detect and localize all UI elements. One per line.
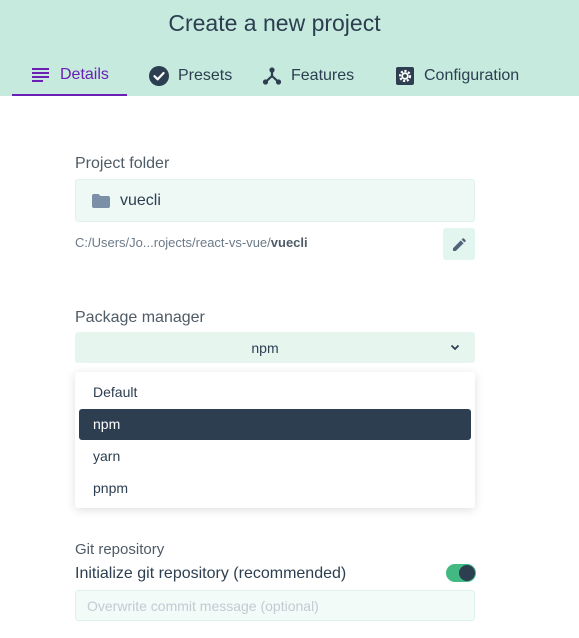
project-folder-input[interactable]: vuecli <box>75 179 475 222</box>
option-pnpm[interactable]: pnpm <box>79 473 471 504</box>
tab-details-label: Details <box>60 66 109 83</box>
option-npm[interactable]: npm <box>79 409 471 440</box>
init-git-toggle[interactable] <box>446 564 476 582</box>
git-repository-label: Git repository <box>75 541 165 558</box>
chevron-down-icon <box>450 344 460 351</box>
project-path-folder: vuecli <box>270 235 308 250</box>
check-circle-icon <box>148 65 170 87</box>
package-manager-select[interactable]: npm <box>75 332 475 363</box>
commit-message-input[interactable] <box>75 590 475 621</box>
tab-details[interactable]: Details <box>12 56 127 96</box>
list-icon <box>30 64 52 86</box>
tab-presets-label: Presets <box>178 67 233 84</box>
pencil-icon <box>452 237 466 251</box>
option-default[interactable]: Default <box>79 377 471 408</box>
folder-icon <box>92 193 110 208</box>
option-yarn[interactable]: yarn <box>79 441 471 472</box>
project-folder-value: vuecli <box>120 191 161 209</box>
fork-icon <box>261 65 283 87</box>
tab-features-label: Features <box>291 67 355 84</box>
package-manager-dropdown: Default npm yarn pnpm <box>75 372 475 508</box>
init-git-label: Initialize git repository (recommended) <box>75 565 347 582</box>
toggle-knob <box>459 565 475 581</box>
edit-path-button[interactable] <box>443 228 475 260</box>
tab-configuration-label: Configuration <box>424 67 520 84</box>
gear-icon <box>394 65 416 87</box>
page-title: Create a new project <box>168 10 381 36</box>
package-manager-selected: npm <box>251 340 279 356</box>
project-path-prefix: C:/Users/Jo...rojects/react-vs-vue/ <box>75 235 271 250</box>
tab-presets[interactable]: Presets <box>127 56 245 96</box>
package-manager-label: Package manager <box>75 309 205 326</box>
app-header: Create a new project Details Presets Fea… <box>0 0 579 96</box>
tab-bar: Details Presets Features Configuration <box>12 56 550 96</box>
project-path: C:/Users/Jo...rojects/react-vs-vue/vuecl… <box>75 235 308 250</box>
project-folder-label: Project folder <box>75 155 170 172</box>
tab-configuration[interactable]: Configuration <box>380 56 550 96</box>
tab-features[interactable]: Features <box>245 56 380 96</box>
